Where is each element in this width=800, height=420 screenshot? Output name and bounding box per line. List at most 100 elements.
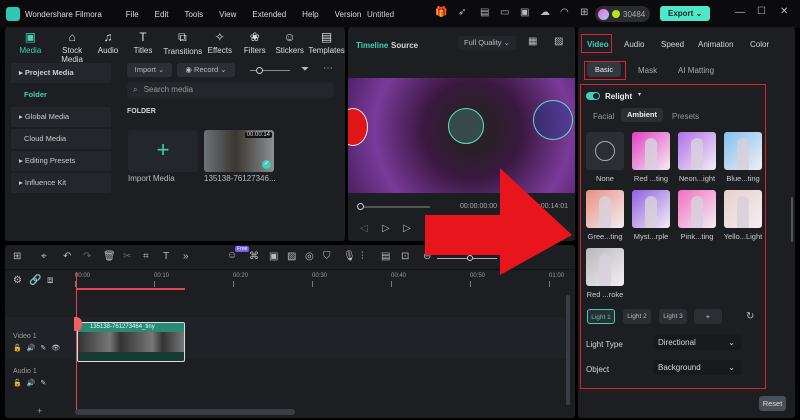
quality-dropdown[interactable]: Full Quality ⌄ [458,36,516,50]
sidebar-item-project-media[interactable]: ▸ Project Media [11,63,111,83]
import-dropdown[interactable]: Import ⌄ [127,63,172,77]
menu-edit[interactable]: Edit [155,10,169,19]
export-button[interactable]: Export ⌄ [660,6,710,21]
timeline-video-clip[interactable]: 135138-761273464_tiny [77,322,185,362]
tab-source[interactable]: Source [391,41,418,50]
crop-icon[interactable]: ⌗ [143,251,149,262]
preset-thumbnail[interactable] [724,132,762,170]
tab-audio[interactable]: Audio [624,40,644,49]
tab-transitions[interactable]: ⧉ Transitions [163,30,202,61]
delete-icon[interactable]: 🗑 [103,251,116,262]
save-icon[interactable]: ▣ [520,7,529,18]
settings-icon[interactable]: ⚙ [13,275,22,286]
gift-icon[interactable]: 🎁 [435,7,447,18]
notes-icon[interactable]: ▤ [480,7,489,18]
tab-templates[interactable]: ▤ Templates [308,30,345,61]
menu-tools[interactable]: Tools [184,10,203,19]
support-icon[interactable]: ◠ [560,7,569,18]
layout-grid-icon[interactable]: ⊞ [13,251,21,262]
speed-icon[interactable]: ◎ [305,251,314,262]
mixer-icon[interactable]: ⫶ [361,251,364,262]
menu-extended[interactable]: Extended [252,10,286,19]
more-icon[interactable]: ⋯ [323,63,333,74]
audio-track-controls-icon[interactable]: 🔓🔊✎ [13,379,51,387]
layout-icon[interactable]: ▭ [500,7,509,18]
cloud-icon[interactable]: ☁ [540,7,550,18]
caret-down-icon[interactable]: ▾ [638,91,641,98]
text-tool-icon[interactable]: T [163,251,169,262]
shield-icon[interactable]: ⛉ [323,251,331,262]
reset-button[interactable]: Reset [759,396,786,411]
track-icon[interactable]: ⧈ [47,275,53,286]
tab-animation[interactable]: Animation [698,40,734,49]
preset-thumbnail[interactable] [586,248,624,286]
fit-icon[interactable]: ⊡ [401,251,409,262]
undo-icon[interactable]: ↶ [63,251,71,262]
sidebar-item-folder[interactable]: Folder [11,85,111,105]
tab-effects[interactable]: ✧ Effects [201,30,238,61]
sticker-tool-icon[interactable]: ▣ [269,251,278,262]
tab-timeline[interactable]: Timeline [356,41,388,50]
light-2-button[interactable]: Light 2 [623,309,651,324]
light-1-button[interactable]: Light 1 [587,309,615,324]
tab-stock-media[interactable]: ⌂ Stock Media [51,30,94,64]
preset-thumbnail[interactable] [632,190,670,228]
search-media-input[interactable]: ⌕ Search media [127,82,334,98]
link-icon[interactable]: 🔗 [29,275,41,286]
preset-thumbnail[interactable] [586,190,624,228]
mic-icon[interactable]: 🎙 [343,251,356,262]
preset-thumbnail[interactable] [678,132,716,170]
mode-facial[interactable]: Facial [593,112,614,121]
redo-icon[interactable]: ↷ [83,251,91,262]
subtab-basic[interactable]: Basic [587,62,621,77]
reset-light-icon[interactable]: ↻ [746,311,754,322]
cut-icon[interactable]: ✂ [123,251,131,262]
tab-stickers[interactable]: ☺ Stickers [271,30,308,61]
play-icon[interactable]: ▷ [403,223,411,234]
sidebar-item-global-media[interactable]: ▸ Global Media [11,107,111,127]
light-3-button[interactable]: Light 3 [659,309,687,324]
add-light-button[interactable]: + [694,309,722,324]
properties-scrollbar[interactable] [791,197,793,242]
menu-version[interactable]: Version [335,10,362,19]
close-icon[interactable]: ✕ [780,6,788,17]
record-dropdown[interactable]: ◉ Record ⌄ [177,63,235,77]
menu-view[interactable]: View [219,10,236,19]
object-dropdown[interactable]: Background ⌄ [653,360,741,375]
tab-filters[interactable]: ❀ Filters [238,30,271,61]
preset-thumbnail[interactable] [678,190,716,228]
sidebar-item-influence-kit[interactable]: ▸ Influence Kit [11,173,111,193]
tab-titles[interactable]: T Titles [123,30,164,61]
replace-icon[interactable]: ▤ [381,251,390,262]
subtab-ai-matting[interactable]: AI Matting [678,66,714,75]
horizontal-scrollbar[interactable] [75,409,295,415]
video-track-controls-icon[interactable]: 🔓🔊✎👁 [13,344,65,352]
apps-icon[interactable]: ⊞ [580,7,588,18]
add-track-icon[interactable]: + [37,406,42,416]
light-type-dropdown[interactable]: Directional ⌄ [653,335,741,350]
tab-audio[interactable]: ♫ Audio [93,30,122,61]
preset-thumbnail[interactable] [724,190,762,228]
sidebar-item-editing-presets[interactable]: ▸ Editing Presets [11,151,111,171]
playhead[interactable] [76,272,77,412]
more-tools-icon[interactable]: » [183,251,189,262]
grid-icon[interactable]: ▦ [528,36,537,47]
ai-cut-icon[interactable]: ⌘ [249,251,259,262]
relight-toggle[interactable] [586,92,600,100]
send-icon[interactable]: ➶ [458,7,466,18]
credits-badge[interactable]: 30484 [595,6,650,22]
media-clip-thumbnail[interactable]: 00:00:14 ✓ [204,130,274,172]
subtab-mask[interactable]: Mask [638,66,657,75]
prev-frame-icon[interactable]: ◁ [360,223,368,234]
preset-thumbnail[interactable] [586,132,624,170]
tab-media[interactable]: ▣ Media [10,30,51,61]
vertical-scrollbar[interactable] [566,295,570,405]
menu-file[interactable]: File [126,10,139,19]
filter-icon[interactable]: ⏷ [301,64,309,75]
tab-color[interactable]: Color [750,40,769,49]
preset-thumbnail[interactable] [632,132,670,170]
select-icon[interactable]: ⌖ [41,251,47,262]
import-media-tile[interactable]: + [128,130,198,172]
menu-help[interactable]: Help [302,10,318,19]
mode-ambient[interactable]: Ambient [621,108,663,122]
